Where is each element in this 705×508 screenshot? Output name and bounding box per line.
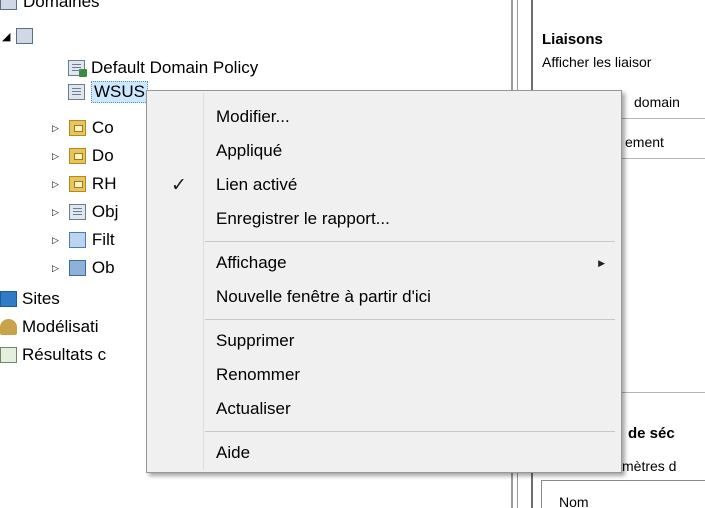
- menu-item-label: Appliqué: [216, 141, 283, 160]
- menu-separator: [205, 241, 615, 242]
- checkmark-icon: ✓: [171, 174, 187, 196]
- starter-gpo-icon: [68, 260, 86, 276]
- menu-item-label: Renommer: [216, 365, 301, 384]
- menu-item-aide[interactable]: Aide: [149, 437, 619, 469]
- tree-item-rh[interactable]: ▷ RH: [52, 173, 116, 195]
- collapsed-chevron-icon[interactable]: ▷: [52, 207, 59, 218]
- tree-item-wmi-filters[interactable]: ▷ Filt: [52, 229, 115, 251]
- menu-item-enregistrer-rapport[interactable]: Enregistrer le rapport...: [149, 203, 619, 235]
- wizard-icon: [0, 319, 17, 335]
- tree-item-domains[interactable]: Domaines: [0, 0, 100, 13]
- gpo-objects-icon: [68, 204, 86, 220]
- gpo-link-icon: [68, 84, 85, 100]
- tree-item-domain-root[interactable]: ◢: [2, 25, 39, 47]
- tree-item-co[interactable]: ▷ Co: [52, 117, 114, 139]
- menu-item-label: Actualiser: [216, 399, 291, 418]
- collapsed-chevron-icon[interactable]: ▷: [52, 123, 59, 134]
- domain-icon: [16, 28, 34, 44]
- collapsed-chevron-icon[interactable]: ▷: [52, 179, 59, 190]
- tree-item-obj2-label: Ob: [91, 258, 115, 277]
- menu-item-modifier[interactable]: Modifier...: [149, 101, 619, 133]
- menu-item-label: Enregistrer le rapport...: [216, 209, 390, 228]
- menu-item-lien-active[interactable]: ✓ Lien activé: [149, 169, 619, 201]
- tree-item-wsus[interactable]: WSUS: [68, 81, 148, 103]
- menu-item-label: Supprimer: [216, 331, 295, 350]
- tree-item-sites-label: Sites: [22, 289, 60, 308]
- menu-item-nouvelle-fenetre[interactable]: Nouvelle fenêtre à partir d'ici: [149, 281, 619, 313]
- tree-item-obj1-label: Obj: [91, 202, 119, 221]
- tree-item-modelisation[interactable]: Modélisati: [0, 316, 99, 338]
- nom-column-header[interactable]: Nom: [559, 494, 589, 508]
- tree-item-default-domain-policy[interactable]: Default Domain Policy: [68, 57, 258, 79]
- ou-folder-icon: [68, 148, 86, 164]
- tree-item-filt-label: Filt: [91, 230, 115, 249]
- emplacement-column-header[interactable]: ement: [625, 134, 664, 150]
- tree-item-wsus-label: WSUS: [91, 81, 148, 103]
- expanded-chevron-icon[interactable]: ◢: [2, 30, 10, 43]
- parametres-label: mètres d: [622, 458, 677, 474]
- gpo-link-icon: [68, 60, 87, 77]
- domains-icon: [0, 0, 17, 10]
- menu-item-actualiser[interactable]: Actualiser: [149, 393, 619, 425]
- tree-item-resultats-label: Résultats c: [22, 345, 107, 364]
- tree-item-do-label: Do: [91, 146, 114, 165]
- collapsed-chevron-icon[interactable]: ▷: [52, 263, 59, 274]
- securite-title: de séc: [628, 425, 675, 442]
- tree-item-sites[interactable]: Sites: [0, 288, 60, 310]
- domain-dropdown[interactable]: domain: [634, 94, 680, 110]
- ou-folder-icon: [68, 176, 86, 192]
- menu-item-supprimer[interactable]: Supprimer: [149, 325, 619, 357]
- tree-item-resultats[interactable]: Résultats c: [0, 344, 106, 366]
- context-menu: Modifier... Appliqué ✓ Lien activé Enreg…: [146, 90, 622, 473]
- submenu-arrow-icon: ▶: [598, 257, 605, 268]
- tree-item-domains-label: Domaines: [23, 0, 100, 11]
- menu-item-renommer[interactable]: Renommer: [149, 359, 619, 391]
- tree-item-modelisation-label: Modélisati: [22, 317, 99, 336]
- tree-item-default-policy-label: Default Domain Policy: [91, 58, 259, 77]
- results-icon: [0, 347, 17, 363]
- menu-separator: [205, 319, 615, 320]
- wmi-filter-icon: [68, 232, 86, 248]
- liaisons-title: Liaisons: [542, 31, 603, 48]
- afficher-liaisons-label: Afficher les liaisor: [542, 54, 652, 70]
- tree-item-rh-label: RH: [91, 174, 117, 193]
- menu-item-label: Lien activé: [216, 175, 298, 194]
- tree-item-co-label: Co: [91, 118, 114, 137]
- menu-item-label: Affichage: [216, 253, 287, 272]
- tree-item-starter-gpos[interactable]: ▷ Ob: [52, 257, 115, 279]
- tree-item-do[interactable]: ▷ Do: [52, 145, 114, 167]
- menu-separator: [205, 431, 615, 432]
- menu-item-affichage[interactable]: Affichage ▶: [149, 247, 619, 279]
- menu-item-label: Aide: [216, 443, 251, 462]
- menu-item-label: Nouvelle fenêtre à partir d'ici: [216, 287, 431, 306]
- menu-item-label: Modifier...: [216, 107, 290, 126]
- collapsed-chevron-icon[interactable]: ▷: [52, 235, 59, 246]
- sites-icon: [0, 291, 17, 307]
- tree-item-gpo-objects[interactable]: ▷ Obj: [52, 201, 118, 223]
- ou-folder-icon: [68, 120, 86, 136]
- collapsed-chevron-icon[interactable]: ▷: [52, 151, 59, 162]
- menu-item-applique[interactable]: Appliqué: [149, 135, 619, 167]
